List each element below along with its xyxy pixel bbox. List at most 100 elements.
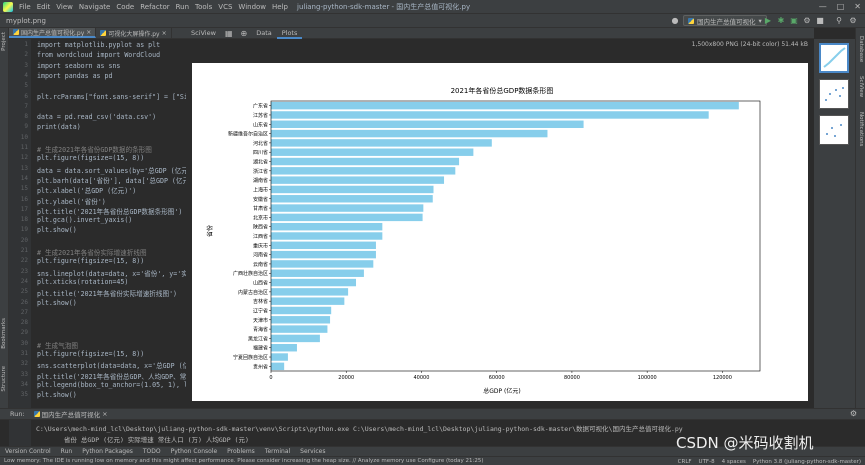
coverage-icon[interactable]: ▣	[789, 16, 799, 26]
line-separator[interactable]: CRLF	[678, 459, 692, 465]
menu-tools[interactable]: Tools	[192, 3, 215, 11]
y-tick-label: 河北省	[253, 140, 268, 147]
bar	[271, 232, 383, 240]
close-tab-icon[interactable]: ×	[102, 410, 107, 418]
close-tab-icon[interactable]: ×	[162, 30, 167, 37]
menu-refactor[interactable]: Refactor	[137, 3, 172, 11]
menu-code[interactable]: Code	[113, 3, 137, 11]
y-tick-label: 湖南省	[253, 177, 268, 184]
python-file-icon	[100, 30, 107, 36]
maximize-icon[interactable]: □	[837, 2, 845, 11]
search-icon[interactable]: ⚲	[834, 16, 844, 26]
close-tab-icon[interactable]: ×	[86, 29, 91, 36]
line-number: 1	[24, 41, 28, 48]
line-number: 16	[20, 195, 28, 203]
run-config-label: 国内生产总值可视化	[697, 17, 756, 26]
tab-sciview[interactable]: SciView	[186, 29, 221, 37]
editor-tab-dashboard[interactable]: 可视化大屏操作.py ×	[96, 28, 172, 38]
tab-plots[interactable]: Plots	[276, 28, 303, 39]
x-tick-label: 120000	[713, 375, 732, 381]
status-message[interactable]: Low memory: The IDE is running low on me…	[0, 458, 483, 464]
notifications-tool-tab[interactable]: Notifications	[858, 112, 864, 146]
line-number: 7	[24, 102, 28, 110]
editor-tab-gdp[interactable]: 国内生产总值可视化.py ×	[9, 28, 97, 38]
user-icon[interactable]: ●	[670, 16, 680, 26]
breadcrumb[interactable]: myplot.png	[0, 17, 46, 25]
window-controls: — □ ✕	[819, 2, 861, 11]
zoom-icon[interactable]: ⊕	[237, 29, 252, 38]
grid-icon[interactable]: ▦	[221, 29, 237, 38]
project-tool-tab[interactable]: Project	[1, 32, 7, 51]
line-number: 28	[20, 319, 28, 327]
plot-thumbnail-1[interactable]	[819, 43, 849, 73]
structure-tool-tab[interactable]: Structure	[1, 366, 7, 392]
debug-icon[interactable]: ✱	[776, 16, 786, 26]
code-line: plt.title('2021年各省份总GDP、人均GDP、常住人口')	[37, 372, 186, 381]
close-icon[interactable]: ✕	[854, 2, 861, 11]
run-icon[interactable]: ▶	[763, 16, 773, 26]
bar	[271, 185, 434, 194]
bar	[271, 148, 474, 156]
y-tick-label: 北京市	[253, 214, 268, 221]
tab-services[interactable]: Services	[295, 448, 330, 455]
line-number: 10	[20, 133, 28, 141]
python-interpreter[interactable]: Python 3.8 (juliang-python-sdk-master)	[753, 459, 861, 465]
x-tick-label: 40000	[414, 375, 430, 381]
code-line: import pandas as pd	[37, 71, 113, 80]
y-tick-label: 山西省	[253, 280, 268, 287]
run-tab[interactable]: 国内生产总值可视化 ×	[29, 409, 113, 419]
python-file-icon	[688, 17, 694, 24]
code-line: plt.show()	[37, 298, 77, 307]
y-tick-label: 云南省	[253, 261, 268, 268]
file-encoding[interactable]: UTF-8	[699, 459, 715, 465]
menu-window[interactable]: Window	[235, 3, 269, 11]
line-number: 6	[24, 92, 28, 100]
menu-file[interactable]: File	[16, 3, 34, 11]
bar	[271, 269, 364, 277]
y-tick-label: 江西省	[253, 233, 268, 240]
y-tick-label: 安徽省	[253, 196, 268, 203]
database-tool-tab[interactable]: Database	[858, 36, 864, 62]
line-number: 3	[24, 61, 28, 69]
y-tick-label: 辽宁省	[253, 307, 268, 314]
code-line: plt.title('2021年各省份实际增速折线图')	[37, 290, 178, 299]
plot-thumbnail-2[interactable]	[819, 79, 849, 109]
line-number: 24	[20, 277, 28, 285]
tab-python-packages[interactable]: Python Packages	[77, 448, 138, 455]
tab-python-console[interactable]: Python Console	[166, 448, 223, 455]
bookmarks-tool-tab[interactable]: Bookmarks	[1, 318, 7, 349]
x-tick-label: 80000	[564, 375, 580, 381]
menu-navigate[interactable]: Navigate	[76, 3, 113, 11]
menu-run[interactable]: Run	[173, 3, 192, 11]
menu-edit[interactable]: Edit	[34, 3, 54, 11]
tab-run[interactable]: Run	[56, 448, 78, 455]
tab-terminal[interactable]: Terminal	[260, 448, 295, 455]
gear-icon[interactable]: ⚙	[850, 409, 857, 418]
tab-problems[interactable]: Problems	[222, 448, 260, 455]
minimize-icon[interactable]: —	[819, 2, 827, 11]
line-number: 9	[24, 123, 28, 131]
menu-vcs[interactable]: VCS	[215, 3, 235, 11]
tab-todo[interactable]: TODO	[138, 448, 166, 455]
bar	[271, 120, 584, 128]
sciview-tool-tab[interactable]: SciView	[858, 76, 864, 97]
python-file-icon	[13, 29, 19, 35]
settings-icon[interactable]: ⚙	[848, 16, 858, 26]
code-editor[interactable]: import matplotlib.pyplot as plt from word…	[33, 39, 186, 408]
indent-setting[interactable]: 4 spaces	[722, 459, 746, 465]
menu-view[interactable]: View	[53, 3, 76, 11]
code-line: plt.figure(figsize=(15, 8))	[37, 154, 145, 163]
line-number: 30	[20, 339, 28, 347]
y-tick-label: 贵州省	[253, 363, 268, 370]
code-line: plt.gca().invert_yaxis()	[37, 216, 133, 225]
bar	[271, 306, 332, 315]
tab-data[interactable]: Data	[251, 29, 277, 37]
image-info: 1,500x800 PNG (24-bit color) 51.44 kB	[691, 41, 808, 48]
plot-thumbnail-3[interactable]	[819, 115, 849, 145]
profile-icon[interactable]: ⚙	[802, 16, 812, 26]
menu-help[interactable]: Help	[269, 3, 291, 11]
stop-icon[interactable]: ■	[815, 16, 825, 26]
bar	[271, 101, 739, 110]
tab-version-control[interactable]: Version Control	[0, 448, 56, 455]
run-config-select[interactable]: 国内生产总值可视化 ▾	[683, 15, 767, 26]
